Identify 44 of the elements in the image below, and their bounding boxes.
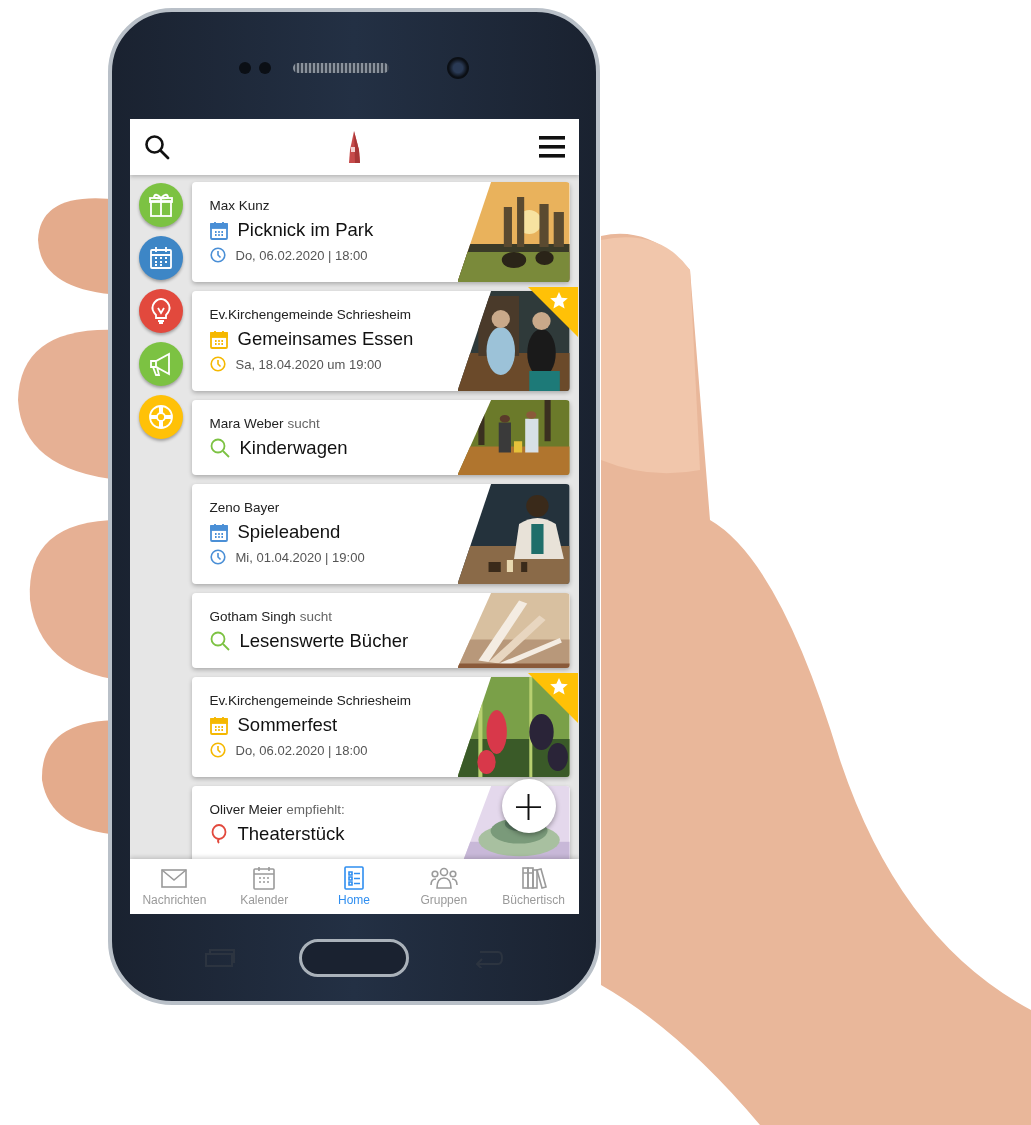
card-title: Picknick im Park — [237, 219, 374, 241]
card-byline: Ev.Kirchengemeinde Schriesheim — [209, 307, 413, 322]
card-title: Sommerfest — [237, 714, 338, 736]
post-card[interactable]: Zeno Bayer Spieleabend Mi, 01.04.2020 | 19:00 — [191, 484, 570, 584]
camera-lens — [447, 56, 469, 79]
card-date: Do, 06.02.2020 | 18:00 — [235, 247, 368, 263]
post-card[interactable]: Max Kunz Picknick im Park Do, 06.02.2020 | 18:00 — [191, 182, 570, 282]
card-byline: Oliver Meier empfiehlt: — [209, 802, 346, 817]
clock-icon — [209, 247, 226, 263]
card-title: Spieleabend — [237, 521, 341, 543]
gift-icon — [146, 191, 175, 219]
post-card[interactable]: Gotham Singh sucht Lesenswerte Bücher — [191, 593, 570, 668]
card-date: Do, 06.02.2020 | 18:00 — [235, 742, 368, 758]
card-byline: Mara Weber sucht — [209, 416, 321, 431]
people-icon — [429, 866, 458, 890]
card-byline: Gotham Singh sucht — [209, 609, 334, 624]
lifebuoy-icon — [146, 403, 175, 431]
post-card[interactable]: Ev.Kirchengemeinde Schriesheim Sommerfest Do, 06.02.2020 | 18:00 — [191, 677, 570, 777]
card-title: Lesenswerte Bücher — [239, 630, 409, 652]
clock-icon — [209, 549, 226, 565]
category-button[interactable] — [138, 289, 183, 333]
sensor-dot — [239, 61, 251, 74]
category-button[interactable] — [138, 342, 183, 386]
card-byline: Zeno Bayer — [209, 500, 281, 515]
search-icon[interactable] — [143, 134, 170, 160]
clock-icon — [209, 742, 226, 758]
books-icon — [519, 866, 548, 890]
card-date: Sa, 18.04.2020 um 19:00 — [235, 356, 382, 372]
clock-icon — [209, 356, 226, 372]
post-card[interactable]: Mara Weber sucht Kinderwagen — [191, 400, 570, 475]
envelope-icon — [160, 866, 189, 890]
post-card[interactable]: Ev.Kirchengemeinde Schriesheim Gemeinsames Essen Sa, 18.04.2020 um 19:00 — [191, 291, 570, 391]
sensor-dot — [259, 61, 271, 74]
category-button[interactable] — [138, 236, 183, 280]
card-byline: Ev.Kirchengemeinde Schriesheim — [209, 693, 413, 708]
card-title: Gemeinsames Essen — [237, 328, 414, 350]
home-button[interactable] — [299, 938, 409, 977]
card-byline: Max Kunz — [209, 198, 271, 213]
card-title: Kinderwagen — [239, 437, 348, 459]
menu-icon[interactable] — [538, 136, 565, 158]
category-button[interactable] — [138, 395, 183, 439]
card-date: Mi, 01.04.2020 | 19:00 — [235, 549, 365, 565]
category-button[interactable] — [138, 183, 183, 227]
card-title: Theaterstück — [237, 823, 345, 845]
